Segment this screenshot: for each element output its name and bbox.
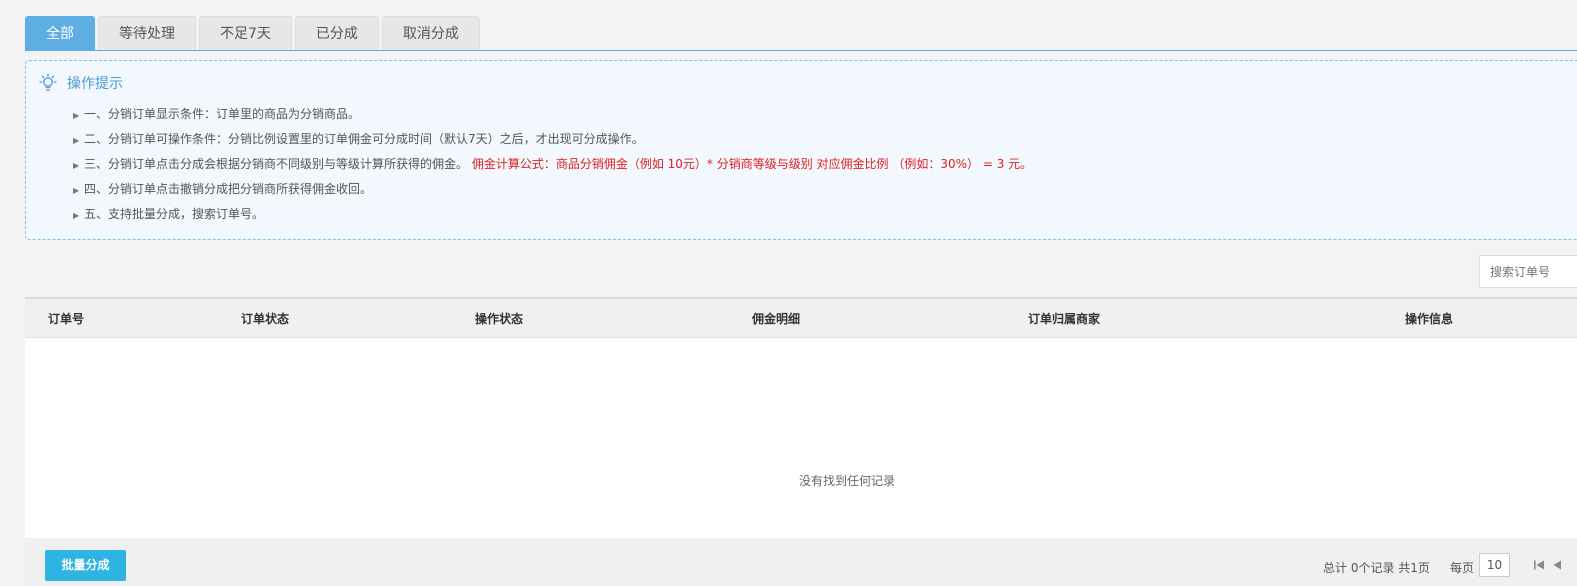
tip-text: 五、支持批量分成，搜索订单号。	[84, 207, 265, 221]
column-header-order-status: 订单状态	[241, 312, 290, 326]
bullet-icon: ▶	[73, 111, 80, 120]
tips-header: 操作提示	[38, 73, 123, 93]
column-header-order-no: 订单号	[48, 312, 85, 326]
tip-text: 四、分销订单点击撤销分成把分销商所获得佣金收回。	[84, 182, 373, 196]
column-header-commission-detail: 佣金明细	[752, 312, 801, 326]
column-header-operation-info: 操作信息	[1405, 312, 1454, 326]
tip-text: 三、分销订单点击分成会根据分销商不同级别与等级计算所获得的佣金。	[84, 157, 469, 171]
per-page-input[interactable]: 10	[1479, 553, 1510, 577]
tab-pending[interactable]: 等待处理	[98, 16, 196, 51]
bullet-icon: ▶	[73, 186, 80, 195]
orders-table: 订单号 订单状态 操作状态 佣金明细 订单归属商家 操作信息 没有找到任何记录	[25, 297, 1577, 538]
column-header-operation-status: 操作状态	[475, 312, 524, 326]
empty-state-text: 没有找到任何记录	[798, 474, 895, 488]
bullet-icon: ▶	[73, 161, 80, 170]
lightbulb-icon	[39, 73, 57, 91]
tab-divided[interactable]: 已分成	[294, 16, 379, 51]
commission-formula: 佣金计算公式：商品分销佣金（例如 10元）* 分销商等级与级别 对应佣金比例 （…	[471, 157, 1033, 171]
batch-divide-button[interactable]: 批量分成	[45, 550, 126, 581]
tab-all[interactable]: 全部	[25, 16, 95, 51]
tip-item: ▶ 一、分销订单显示条件：订单里的商品为分销商品。	[72, 105, 1032, 130]
tip-text: 二、分销订单可操作条件：分销比例设置里的订单佣金可分成时间（默认7天）之后，才出…	[84, 132, 644, 146]
tip-item: ▶ 二、分销订单可操作条件：分销比例设置里的订单佣金可分成时间（默认7天）之后，才…	[72, 130, 1032, 155]
tab-bar: 全部 等待处理 不足7天 已分成 取消分成	[25, 16, 483, 51]
tip-text: 一、分销订单显示条件：订单里的商品为分销商品。	[84, 107, 361, 121]
first-page-icon[interactable]	[1533, 559, 1545, 571]
tab-cancelled[interactable]: 取消分成	[381, 16, 480, 51]
bullet-icon: ▶	[73, 211, 80, 220]
table-body: 没有找到任何记录	[25, 338, 1577, 538]
per-page-label: 每页	[1450, 561, 1475, 575]
tab-under-7-days[interactable]: 不足7天	[199, 16, 292, 51]
record-summary: 总计 0个记录 共1页	[1323, 561, 1430, 575]
bullet-icon: ▶	[73, 136, 80, 145]
tab-underline	[25, 50, 1577, 51]
tip-item: ▶ 三、分销订单点击分成会根据分销商不同级别与等级计算所获得的佣金。 佣金计算公式…	[72, 155, 1032, 180]
pagination	[1533, 559, 1563, 571]
tip-item: ▶ 五、支持批量分成，搜索订单号。	[72, 205, 1032, 230]
table-footer: 批量分成 总计 0个记录 共1页 每页 10	[25, 538, 1577, 586]
table-header: 订单号 订单状态 操作状态 佣金明细 订单归属商家 操作信息	[25, 297, 1577, 338]
operation-tips-panel: 操作提示 ▶ 一、分销订单显示条件：订单里的商品为分销商品。 ▶ 二、分销订单可操作…	[25, 60, 1577, 240]
search-order-input[interactable]	[1479, 255, 1577, 288]
tips-title: 操作提示	[67, 76, 123, 92]
prev-page-icon[interactable]	[1551, 559, 1563, 571]
column-header-merchant: 订单归属商家	[1028, 312, 1101, 326]
tips-list: ▶ 一、分销订单显示条件：订单里的商品为分销商品。 ▶ 二、分销订单可操作条件：分销…	[72, 105, 1032, 230]
tip-item: ▶ 四、分销订单点击撤销分成把分销商所获得佣金收回。	[72, 180, 1032, 205]
